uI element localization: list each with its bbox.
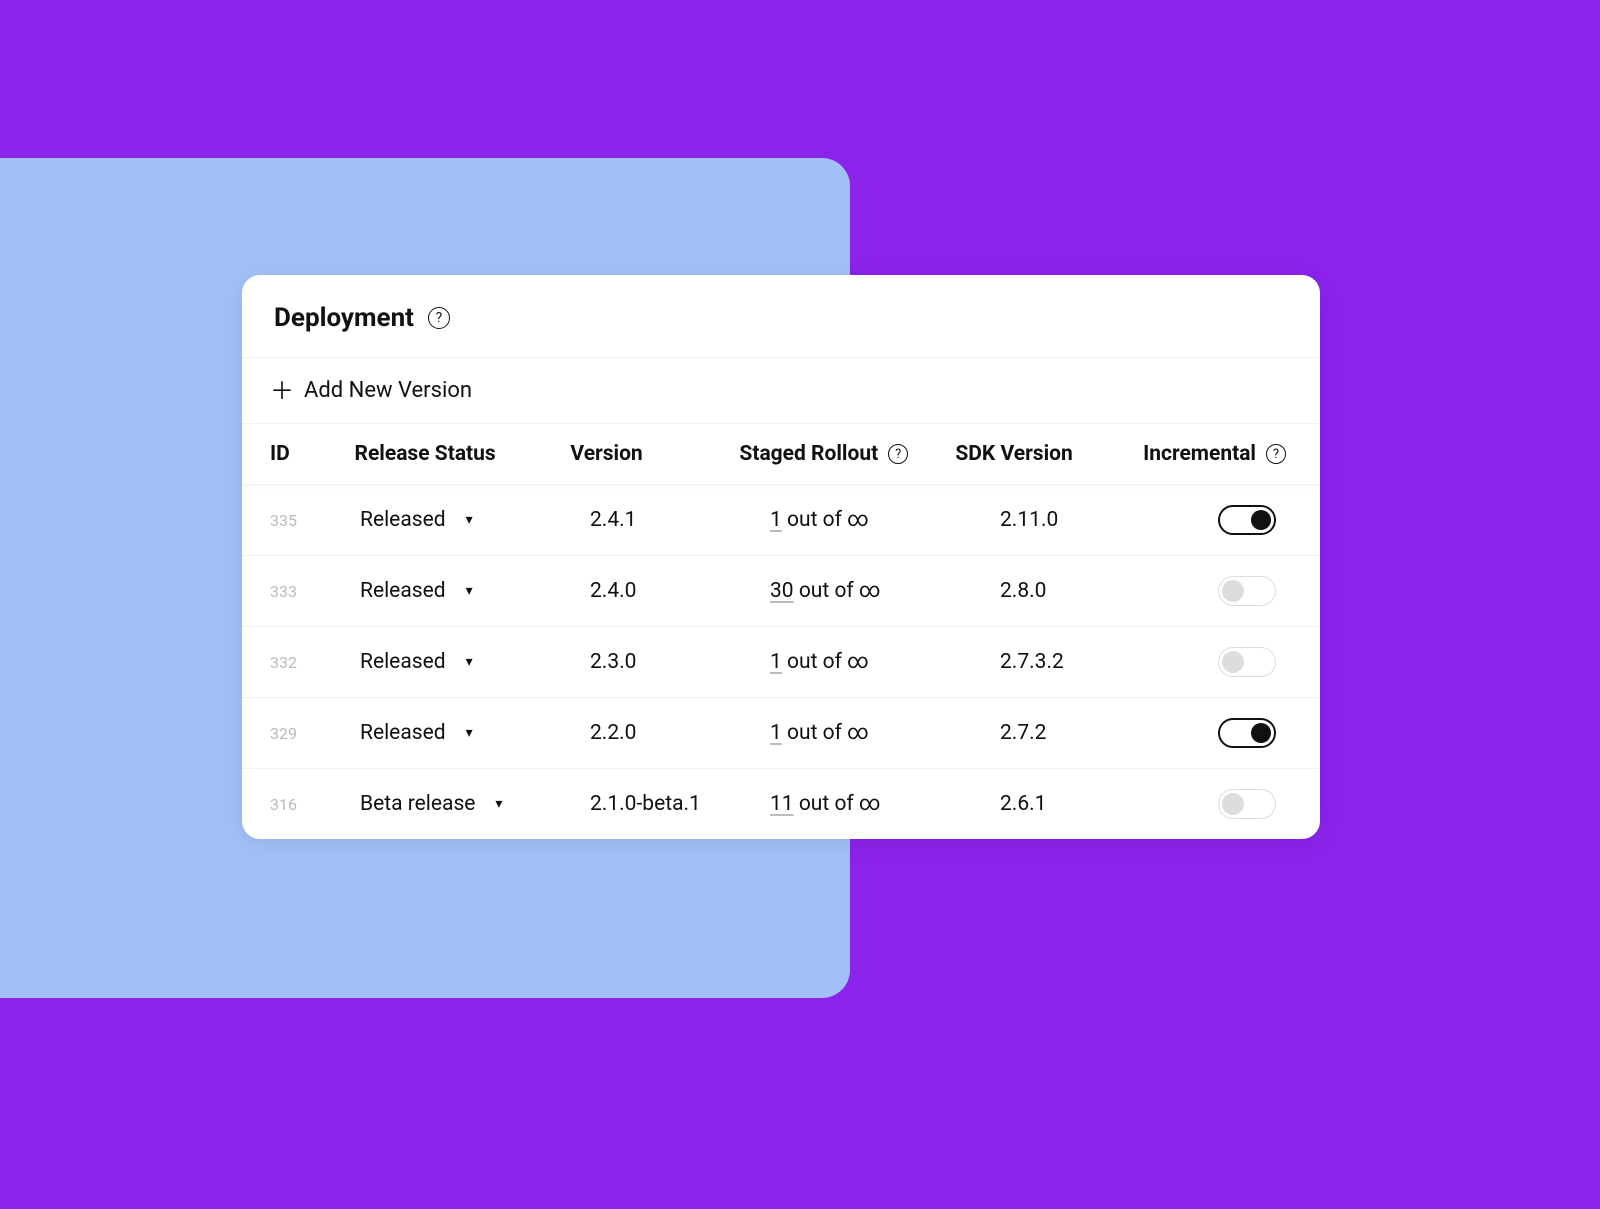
cell-version: 2.1.0-beta.1: [590, 792, 770, 816]
cell-id: 316: [270, 795, 360, 814]
cell-incremental: [1200, 505, 1292, 535]
cell-status[interactable]: Released ▾: [360, 721, 590, 745]
status-text: Released: [360, 650, 446, 674]
toggle-knob: [1222, 793, 1244, 815]
cell-rollout[interactable]: 1 out of ∞: [770, 508, 1000, 532]
cell-status[interactable]: Released ▾: [360, 579, 590, 603]
rollout-suffix: out of ∞: [782, 508, 869, 532]
rollout-count: 11: [770, 792, 794, 816]
column-header-status: Release Status: [355, 442, 571, 466]
table-row: 332Released▾2.3.01 out of ∞2.7.3.2: [242, 627, 1320, 698]
table-row: 335Released▾2.4.11 out of ∞2.11.0: [242, 485, 1320, 556]
cell-version: 2.3.0: [590, 650, 770, 674]
cell-incremental: [1200, 789, 1292, 819]
status-text: Released: [360, 721, 446, 745]
rollout-suffix: out of ∞: [782, 650, 869, 674]
rollout-suffix: out of ∞: [782, 721, 869, 745]
cell-rollout[interactable]: 1 out of ∞: [770, 650, 1000, 674]
cell-rollout[interactable]: 30 out of ∞: [770, 579, 1000, 603]
chevron-down-icon[interactable]: ▾: [495, 796, 502, 812]
toggle-knob: [1222, 651, 1244, 673]
table-row: 329Released▾2.2.01 out of ∞2.7.2: [242, 698, 1320, 769]
incremental-toggle[interactable]: [1218, 505, 1276, 535]
deployments-table: ID Release Status Version Staged Rollout…: [242, 424, 1320, 839]
chevron-down-icon[interactable]: ▾: [466, 654, 473, 670]
cell-id: 335: [270, 511, 360, 530]
help-icon[interactable]: ?: [888, 444, 908, 464]
table-row: 316Beta release▾2.1.0-beta.111 out of ∞2…: [242, 769, 1320, 839]
cell-incremental: [1200, 718, 1292, 748]
status-text: Released: [360, 579, 446, 603]
rollout-count: 1: [770, 508, 782, 532]
rollout-suffix: out of ∞: [794, 579, 881, 603]
cell-sdk: 2.7.2: [1000, 721, 1200, 745]
cell-incremental: [1200, 647, 1292, 677]
cell-rollout[interactable]: 11 out of ∞: [770, 792, 1000, 816]
cell-sdk: 2.8.0: [1000, 579, 1200, 603]
incremental-toggle[interactable]: [1218, 647, 1276, 677]
help-icon[interactable]: ?: [428, 307, 450, 329]
rollout-count: 1: [770, 650, 782, 674]
table-body: 335Released▾2.4.11 out of ∞2.11.0333Rele…: [242, 485, 1320, 839]
chevron-down-icon[interactable]: ▾: [466, 512, 473, 528]
cell-status[interactable]: Released ▾: [360, 508, 590, 532]
plus-icon: ＋: [270, 379, 294, 403]
cell-version: 2.4.1: [590, 508, 770, 532]
column-header-incremental-label: Incremental: [1143, 442, 1256, 466]
chevron-down-icon[interactable]: ▾: [466, 583, 473, 599]
cell-id: 329: [270, 724, 360, 743]
cell-id: 332: [270, 653, 360, 672]
table-row: 333Released▾2.4.030 out of ∞2.8.0: [242, 556, 1320, 627]
column-header-incremental: Incremental ?: [1143, 442, 1292, 466]
add-version-button[interactable]: ＋ Add New Version: [242, 358, 1320, 424]
incremental-toggle[interactable]: [1218, 718, 1276, 748]
column-header-sdk: SDK Version: [955, 442, 1143, 466]
cell-sdk: 2.7.3.2: [1000, 650, 1200, 674]
column-header-rollout-label: Staged Rollout: [739, 442, 878, 466]
rollout-count: 30: [770, 579, 794, 603]
card-header: Deployment ?: [242, 275, 1320, 358]
cell-rollout[interactable]: 1 out of ∞: [770, 721, 1000, 745]
card-title: Deployment: [274, 303, 414, 333]
toggle-knob: [1251, 723, 1271, 743]
cell-sdk: 2.6.1: [1000, 792, 1200, 816]
table-header: ID Release Status Version Staged Rollout…: [242, 424, 1320, 485]
cell-sdk: 2.11.0: [1000, 508, 1200, 532]
status-text: Released: [360, 508, 446, 532]
incremental-toggle[interactable]: [1218, 576, 1276, 606]
cell-status[interactable]: Released ▾: [360, 650, 590, 674]
status-text: Beta release: [360, 792, 475, 816]
column-header-id: ID: [270, 442, 355, 466]
column-header-rollout: Staged Rollout ?: [739, 442, 955, 466]
add-version-label: Add New Version: [304, 378, 472, 403]
deployment-card: Deployment ? ＋ Add New Version ID Releas…: [242, 275, 1320, 839]
toggle-knob: [1222, 580, 1244, 602]
cell-incremental: [1200, 576, 1292, 606]
rollout-count: 1: [770, 721, 782, 745]
rollout-suffix: out of ∞: [794, 792, 881, 816]
cell-status[interactable]: Beta release ▾: [360, 792, 590, 816]
column-header-version: Version: [570, 442, 739, 466]
cell-version: 2.4.0: [590, 579, 770, 603]
cell-id: 333: [270, 582, 360, 601]
chevron-down-icon[interactable]: ▾: [466, 725, 473, 741]
toggle-knob: [1251, 510, 1271, 530]
incremental-toggle[interactable]: [1218, 789, 1276, 819]
cell-version: 2.2.0: [590, 721, 770, 745]
help-icon[interactable]: ?: [1266, 444, 1286, 464]
